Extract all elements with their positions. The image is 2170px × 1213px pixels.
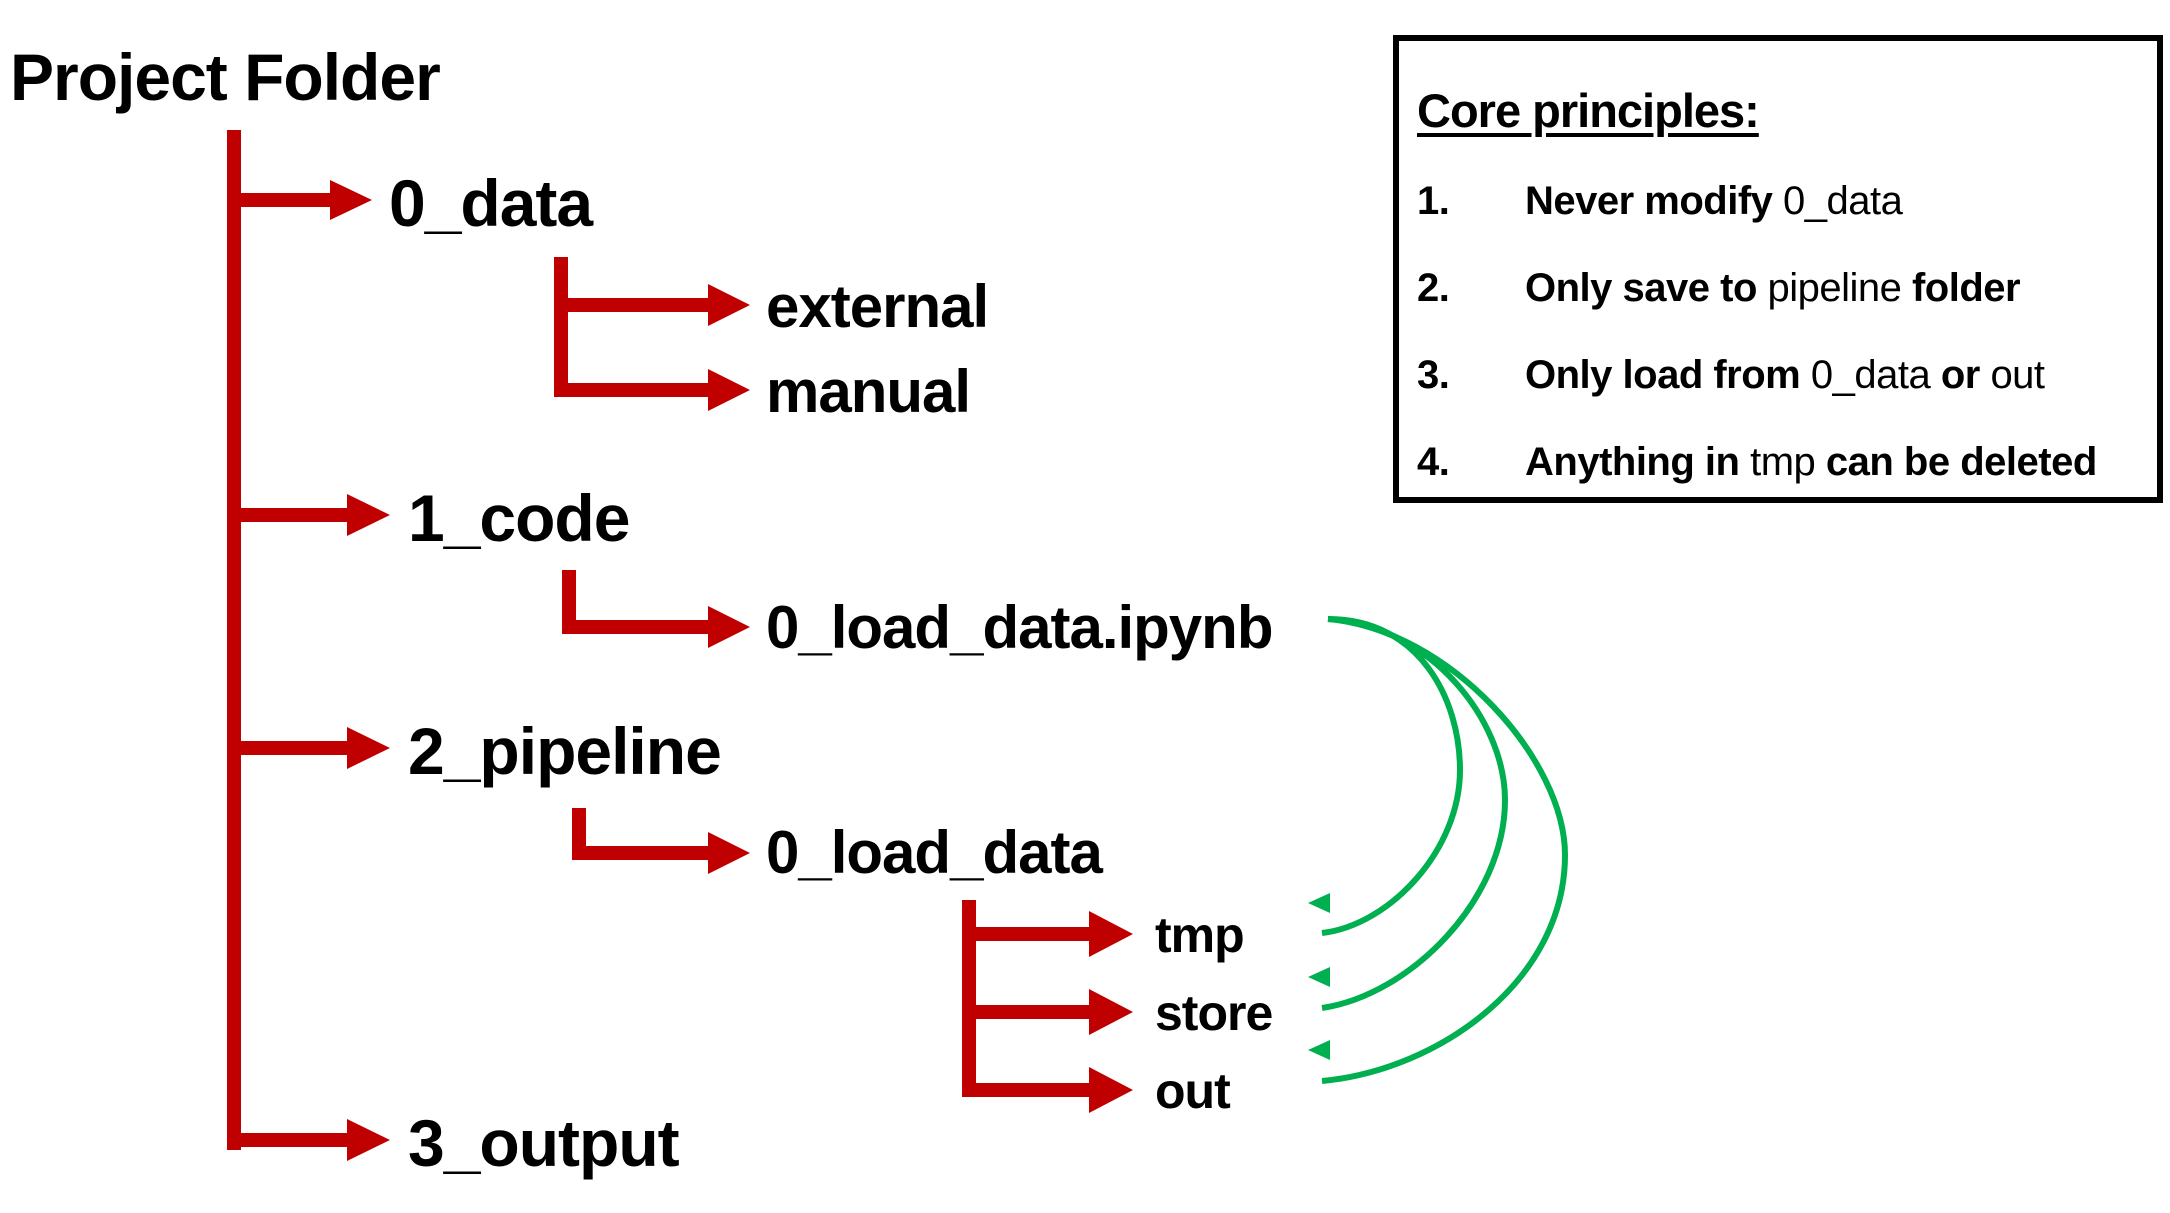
folder-2-pipeline: 2_pipeline [408, 714, 722, 788]
folder-manual: manual [766, 358, 971, 425]
folder-0-data: 0_data [389, 166, 593, 240]
folder-3-output: 3_output [408, 1106, 680, 1180]
folder-0-load-data: 0_load_data [766, 819, 1103, 886]
arrow-store [962, 989, 1133, 1035]
principle-text: Anything in tmp can be deleted [1525, 440, 2097, 484]
arrow-out [962, 1067, 1133, 1113]
arrow-0-load-data [572, 808, 750, 874]
arrow-external [554, 284, 750, 326]
principle-text: Only load from 0_data or out [1525, 353, 2045, 397]
arrow-1-code [227, 494, 390, 536]
arrow-2-pipeline [227, 727, 390, 769]
arrow-tmp [962, 911, 1133, 957]
core-principles-box: Core principles: 1. Never modify 0_data … [1393, 35, 2163, 503]
arrow-manual [554, 369, 750, 411]
flow-arrow-to-store [1321, 616, 1509, 1011]
flow-arrows [1321, 616, 1569, 1084]
root-folder-label: Project Folder [10, 40, 441, 114]
folder-tmp: tmp [1155, 907, 1245, 963]
arrowhead-store [1308, 967, 1330, 987]
arrow-ipynb [562, 570, 750, 648]
core-principles-title: Core principles: [1417, 84, 1760, 137]
trunk-root [227, 130, 241, 1150]
principle-number: 2. [1417, 266, 1450, 310]
folder-store: store [1155, 985, 1273, 1041]
principle-text: Never modify 0_data [1525, 179, 1903, 223]
principle-number: 3. [1417, 353, 1450, 397]
principle-number: 4. [1417, 440, 1450, 484]
trunk-0-data [554, 257, 568, 397]
file-0-load-data-ipynb: 0_load_data.ipynb [766, 594, 1273, 661]
arrowhead-out [1308, 1040, 1330, 1060]
folder-external: external [766, 273, 989, 340]
folder-out: out [1155, 1063, 1231, 1119]
arrow-0-data [227, 180, 372, 220]
flow-arrowheads [1308, 893, 1330, 1060]
arrowhead-tmp [1308, 893, 1330, 913]
principle-text: Only save to pipeline folder [1525, 266, 2021, 310]
principle-number: 1. [1417, 179, 1450, 223]
folder-1-code: 1_code [408, 481, 630, 555]
arrow-3-output [227, 1119, 390, 1161]
